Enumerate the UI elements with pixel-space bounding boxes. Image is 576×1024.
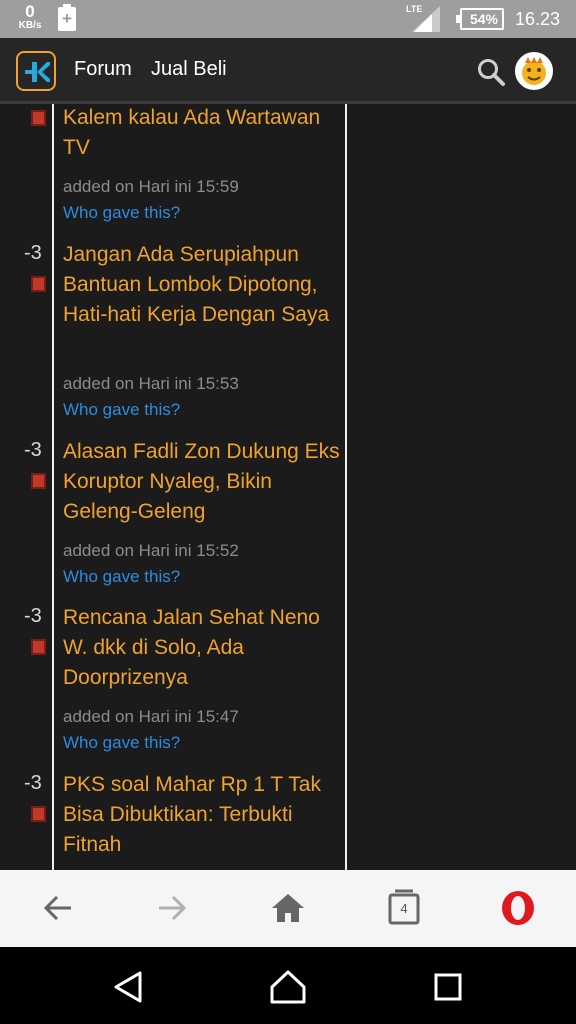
who-gave-this-link[interactable]: Who gave this? (63, 567, 180, 587)
red-reputation-icon (31, 806, 46, 822)
red-reputation-icon (31, 110, 46, 126)
tab-count: 4 (400, 901, 408, 916)
right-divider (345, 104, 347, 870)
kaskus-logo-icon (25, 62, 50, 82)
who-gave-this-link[interactable]: Who gave this? (63, 400, 180, 420)
thread-title-link[interactable]: Jangan Ada Serupiahpun Bantuan Lombok Di… (63, 240, 343, 330)
search-icon[interactable] (476, 57, 506, 87)
left-divider (52, 104, 54, 870)
avatar[interactable] (515, 52, 553, 90)
clock: 16.23 (515, 9, 561, 29)
who-gave-this-link[interactable]: Who gave this? (63, 733, 180, 753)
tabs-button[interactable]: 4 (384, 888, 424, 928)
browser-toolbar: 4 (0, 870, 576, 947)
reputation-score: -3 (24, 242, 42, 264)
signal-strength-icon (412, 6, 440, 32)
thread-title-link[interactable]: Rencana Jalan Sehat Neno W. dkk di Solo,… (63, 603, 343, 693)
battery-indicator: 54% (456, 8, 504, 30)
recents-square-icon[interactable] (428, 969, 468, 1005)
forward-arrow-icon[interactable] (152, 888, 192, 928)
system-navigation-bar (0, 947, 576, 1024)
kaskus-logo-button[interactable] (16, 51, 56, 91)
home-icon[interactable] (268, 888, 308, 928)
thread-title-link[interactable]: PKS soal Mahar Rp 1 T Tak Bisa Dibuktika… (63, 770, 343, 860)
red-reputation-icon (31, 473, 46, 489)
status-bar: 0 KB/s + LTE 54% 16.23 (0, 0, 576, 38)
back-arrow-icon[interactable] (38, 888, 78, 928)
red-reputation-icon (31, 276, 46, 292)
who-gave-this-link[interactable]: Who gave this? (63, 203, 180, 223)
added-timestamp: added on Hari ini 15:53 (63, 374, 239, 393)
home-circle-icon[interactable] (268, 969, 308, 1005)
avatar-image (522, 57, 546, 85)
added-timestamp: added on Hari ini 15:52 (63, 541, 239, 560)
reputation-score: -3 (24, 439, 42, 461)
back-triangle-icon[interactable] (108, 969, 148, 1005)
reputation-list: Kalem kalau Ada Wartawan TV added on Har… (0, 104, 576, 870)
reputation-score: -3 (24, 605, 42, 627)
added-timestamp: added on Hari ini 15:59 (63, 177, 239, 196)
app-header: Forum Jual Beli (0, 38, 576, 104)
nav-jual-beli[interactable]: Jual Beli (151, 58, 227, 81)
battery-saver-icon: + (58, 4, 76, 31)
nav-forum[interactable]: Forum (74, 58, 132, 81)
thread-title-link[interactable]: Kalem kalau Ada Wartawan TV (63, 104, 343, 163)
thread-title-link[interactable]: Alasan Fadli Zon Dukung Eks Koruptor Nya… (63, 437, 343, 527)
network-speed-value: 0 (25, 2, 35, 21)
added-timestamp: added on Hari ini 15:47 (63, 707, 239, 726)
red-reputation-icon (31, 639, 46, 655)
network-speed: 0 KB/s (14, 3, 46, 31)
opera-icon[interactable] (498, 888, 538, 928)
reputation-score: -3 (24, 772, 42, 794)
network-speed-unit: KB/s (18, 20, 42, 31)
